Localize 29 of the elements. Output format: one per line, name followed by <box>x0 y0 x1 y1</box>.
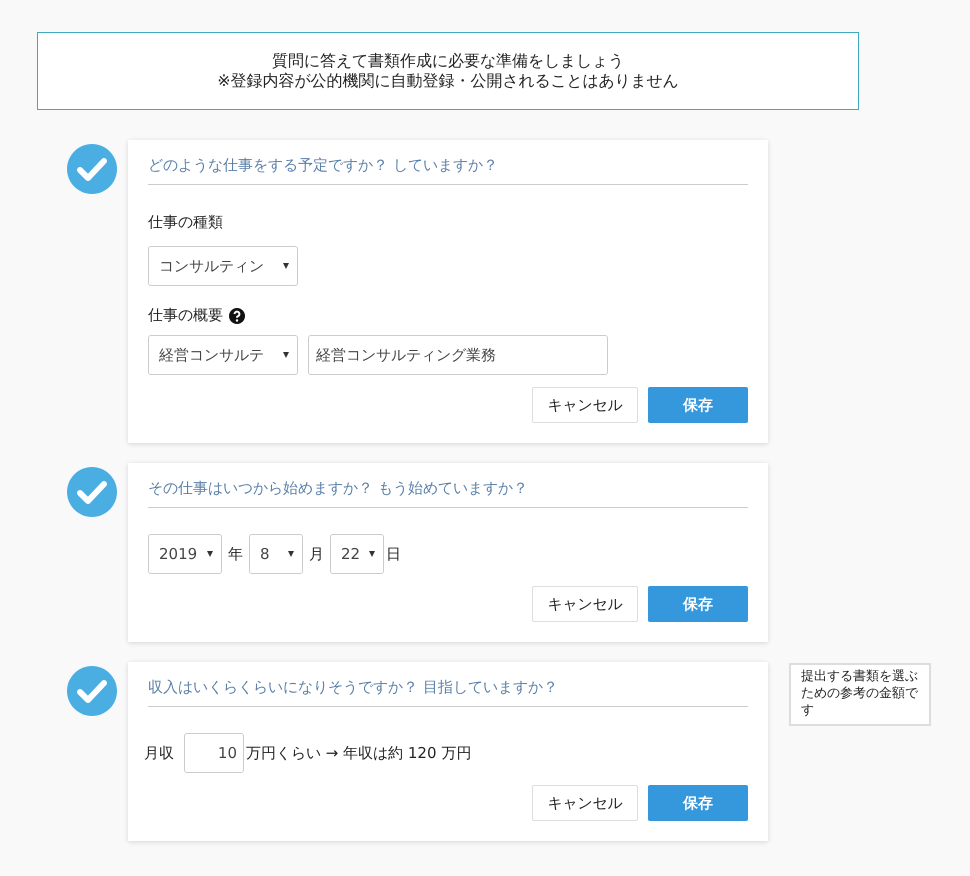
caret-icon <box>207 551 213 557</box>
help-icon[interactable] <box>229 308 245 324</box>
summary-input[interactable]: 経営コンサルティング業務 <box>308 335 608 375</box>
notice-text: 質問に答えて書類作成に必要な準備をしましょう <box>272 51 624 71</box>
cancel-button[interactable]: キャンセル <box>532 785 638 821</box>
income-label: 月収 <box>144 744 174 762</box>
caret-icon <box>283 263 289 269</box>
unit-label: 年 <box>228 544 243 564</box>
question-title: 収入はいくらくらいになりそうですか？ 目指していますか？ <box>148 678 748 707</box>
unit-label: 日 <box>386 544 401 564</box>
summary-select[interactable]: 経営コンサルテ <box>148 335 298 375</box>
caret-icon <box>283 352 289 358</box>
notice-text: ※登録内容が公的機関に自動登録・公開されることはありません <box>217 71 679 91</box>
tooltip: 提出する書類を選ぶための参考の金額です <box>789 663 931 726</box>
day-select[interactable]: 22 <box>330 534 384 574</box>
caret-icon <box>369 551 375 557</box>
year-select[interactable]: 2019 <box>148 534 222 574</box>
cancel-button[interactable]: キャンセル <box>532 387 638 423</box>
unit-label: 月 <box>309 544 324 564</box>
month-select[interactable]: 8 <box>249 534 303 574</box>
question-title: どのような仕事をする予定ですか？ していますか？ <box>148 156 748 185</box>
type-select[interactable]: コンサルティン <box>148 246 298 286</box>
field-label: 仕事の概要 <box>148 306 223 325</box>
cancel-button[interactable]: キャンセル <box>532 586 638 622</box>
amount-input[interactable]: 10 <box>184 733 244 773</box>
caret-icon <box>288 551 294 557</box>
question-title: その仕事はいつから始めますか？ もう始めていますか？ <box>148 479 748 508</box>
income-result: 万円くらい → 年収は約 120 万円 <box>246 744 472 762</box>
field-label: 仕事の種類 <box>148 213 224 232</box>
